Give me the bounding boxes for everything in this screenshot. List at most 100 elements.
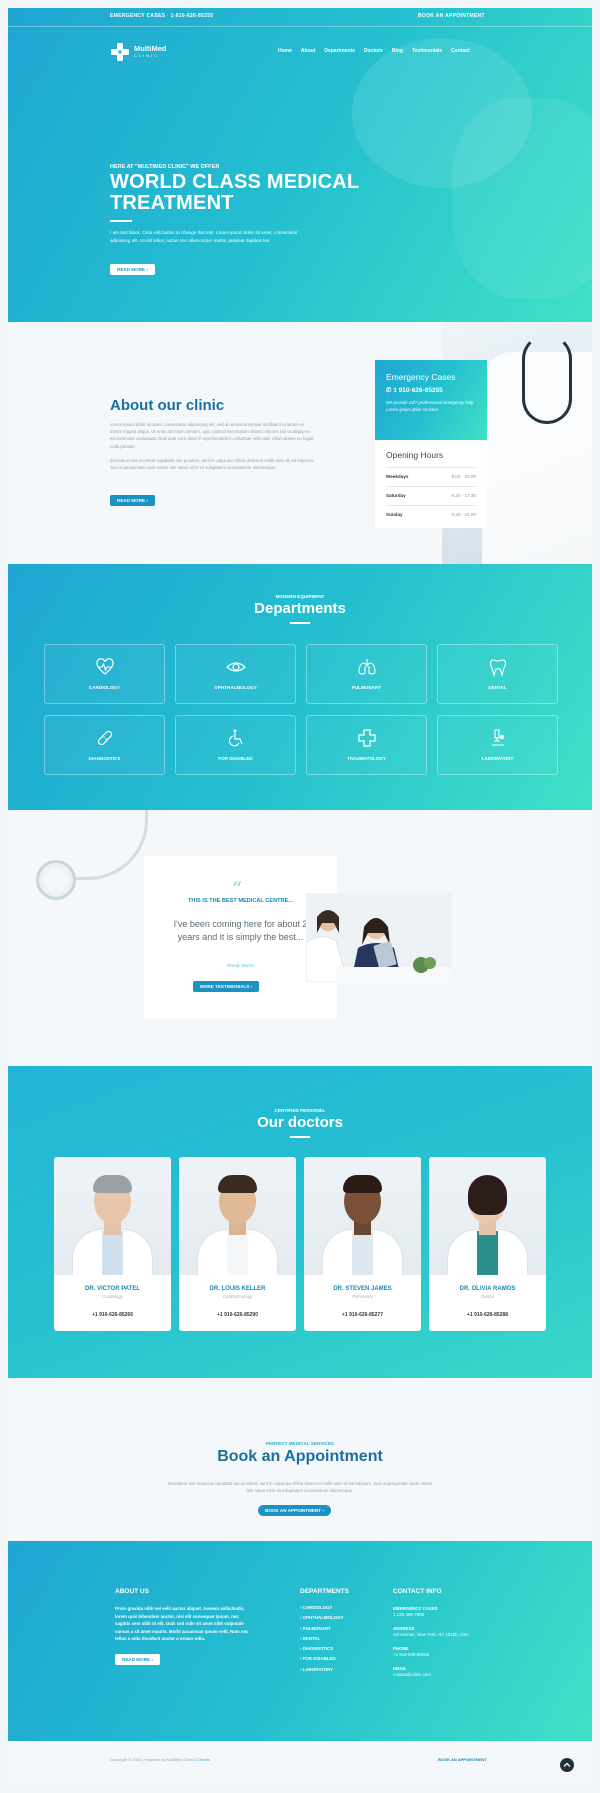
about-read-more-button[interactable]: READ MORE › [110, 495, 155, 506]
contact-value: +1 910-626-85266 [393, 1652, 430, 1657]
footer-dept-link[interactable]: › DIAGNOSTICS [300, 1646, 343, 1656]
doctors-kicker: CERTIFIED PERSONEL [274, 1108, 326, 1113]
hours-time: 9.30 - 15.00 [451, 512, 476, 517]
nav-doctors[interactable]: Doctors [364, 48, 383, 54]
chevron-up-icon [563, 1762, 571, 1767]
doctor-photo [179, 1157, 296, 1275]
dept-card-ophthalmology[interactable]: OPHTHALMOLOGY [175, 644, 296, 704]
more-testimonials-button[interactable]: MORE TESTIMONIALS › [193, 981, 260, 992]
credits-link[interactable]: Credits [197, 1757, 210, 1762]
doctors-divider [290, 1136, 310, 1138]
footer-dept-link[interactable]: › DENTAL [300, 1636, 343, 1646]
doctor-specialty: Dental [481, 1294, 494, 1299]
nav-home[interactable]: Home [278, 48, 292, 54]
dept-card-traumatology[interactable]: TRAUMATOLOGY [306, 715, 427, 775]
hero-title: WORLD CLASS MEDICAL TREATMENT [110, 171, 359, 214]
nav-contact[interactable]: Contact [451, 48, 470, 54]
about-paragraph-2: Excepteur sint occaecat cupidatat non pr… [110, 458, 315, 471]
logo[interactable]: MultiMed CLINIC [110, 42, 167, 62]
dept-card-laboratory[interactable]: LABORATORY [437, 715, 558, 775]
contact-phone: PHONE +1 910-626-85266 [393, 1645, 429, 1658]
footer-contact-title: CONTACT INFO [393, 1588, 442, 1595]
footer-dept-link[interactable]: › FOR DISABLED [300, 1656, 343, 1666]
page: EMERGENCY CASES · 1-910-626-85255 BOOK A… [8, 8, 592, 1785]
top-bar: EMERGENCY CASES · 1-910-626-85255 BOOK A… [8, 8, 592, 27]
contact-label: EMAIL [393, 1666, 407, 1671]
lungs-icon [358, 659, 376, 675]
dept-card-pulmonary[interactable]: PULMONARY [306, 644, 427, 704]
doctor-phone: +1 910-626-85290 [216, 1312, 258, 1318]
book-kicker: PERFECT MEDICAL SERVICES [266, 1441, 334, 1446]
book-title: Book an Appointment [217, 1448, 383, 1465]
doctor-name: DR. OLIVIA RAMOS [459, 1286, 516, 1292]
hours-row: Sunday 9.30 - 15.00 [386, 505, 476, 522]
contact-emergency: EMERGENCY CASES 1 123-456-7890 [393, 1605, 438, 1618]
contact-label: PHONE [393, 1646, 409, 1651]
doctor-name: DR. LOUIS KELLER [209, 1286, 266, 1292]
back-to-top-button[interactable] [560, 1758, 574, 1772]
dept-card-for-disabled[interactable]: FOR DISABLED [175, 715, 296, 775]
opening-hours-card: Opening Hours Weekdays 9.00 - 20.00 Satu… [375, 440, 487, 528]
doctor-phone: +1 910-626-85288 [466, 1312, 508, 1318]
footer-dept-link[interactable]: › OPHTHALMOLOGY [300, 1615, 343, 1625]
departments-section: MODERN EQUIPMENT Departments CARDIOLOGY … [8, 564, 592, 810]
logo-name: MultiMed [134, 44, 167, 53]
doctor-card[interactable]: DR. LOUIS KELLER Ophthalmology +1 910-62… [179, 1157, 296, 1331]
contact-label: ADDRESS [393, 1626, 415, 1631]
logo-sub: CLINIC [134, 53, 160, 58]
doctor-photo [304, 1157, 421, 1275]
emergency-contact: EMERGENCY CASES · 1-910-626-85255 [110, 13, 214, 19]
hero-kicker: HERE AT "MULTIMED CLINIC" WE OFFER [110, 164, 220, 170]
doctor-card[interactable]: DR. VICTOR PATEL Cardiology +1 910-626-8… [54, 1157, 171, 1331]
footer-dept-link[interactable]: › LABORATORY [300, 1667, 343, 1677]
contact-value: 1 123-456-7890 [393, 1612, 425, 1617]
hours-row: Weekdays 9.00 - 20.00 [386, 467, 476, 484]
about-title: About our clinic [110, 397, 225, 414]
top-book-appointment-link[interactable]: BOOK AN APPOINTMENT [418, 13, 485, 19]
footer-dept-link[interactable]: › CARDIOLOGY [300, 1605, 343, 1615]
dept-card-cardiology[interactable]: CARDIOLOGY [44, 644, 165, 704]
dept-label: CARDIOLOGY [88, 685, 121, 690]
doctor-phone: +1 910-626-85266 [91, 1312, 133, 1318]
contact-email: EMAIL contact@clinic.com [393, 1665, 431, 1678]
dept-card-diagnostics[interactable]: DIAGNOSTICS [44, 715, 165, 775]
footer-read-more-button[interactable]: READ MORE › [115, 1654, 160, 1665]
doctor-photo [54, 1157, 171, 1275]
nav-departments[interactable]: Departments [324, 48, 355, 54]
testimonial-quote: I've been coming here for about 2 years … [173, 919, 308, 942]
eye-icon [226, 662, 246, 672]
doctor-card[interactable]: DR. STEVEN JAMES Pulmonary +1 910-626-85… [304, 1157, 421, 1331]
dept-card-dental[interactable]: DENTAL [437, 644, 558, 704]
footer-dept-link[interactable]: › PULMONARY [300, 1626, 343, 1636]
bottom-book-appointment-link[interactable]: BOOK AN APPOINTMENT [438, 1757, 487, 1762]
nav-about[interactable]: About [301, 48, 315, 54]
hours-day: Weekdays [386, 474, 409, 479]
hero-section: EMERGENCY CASES · 1-910-626-85255 BOOK A… [8, 8, 592, 322]
hours-day: Saturday [386, 493, 406, 498]
main-nav: Home About Departments Doctors Blog Test… [278, 48, 470, 54]
dept-label: DENTAL [488, 685, 507, 690]
microscope-icon [492, 729, 505, 746]
doctor-specialty: Pulmonary [352, 1294, 373, 1299]
nav-testimonials[interactable]: Testimonials [412, 48, 442, 54]
hero-read-more-button[interactable]: READ MORE › [110, 264, 155, 275]
emergency-text: We provide 24/7 professional emergency h… [386, 400, 475, 412]
hours-day: Sunday [386, 512, 403, 517]
doctor-card[interactable]: DR. OLIVIA RAMOS Dental +1 910-626-85288 [429, 1157, 546, 1331]
stethoscope-icon [36, 860, 76, 900]
hero-text: I am text block. Click edit button to ch… [110, 230, 298, 243]
footer-departments-list: › CARDIOLOGY › OPHTHALMOLOGY › PULMONARY… [300, 1605, 343, 1677]
opening-hours-title: Opening Hours [386, 450, 444, 460]
tooth-icon [490, 659, 506, 677]
contact-email-link[interactable]: contact@clinic.com [393, 1672, 431, 1678]
departments-title: Departments [254, 600, 346, 617]
dept-label: TRAUMATOLOGY [347, 756, 386, 761]
doctors-title: Our doctors [257, 1114, 343, 1131]
dept-label: LABORATORY [481, 756, 514, 761]
copyright-text: Copyright © 2016 | Powered by MultiMed C… [110, 1757, 196, 1762]
doctor-specialty: Cardiology [102, 1294, 123, 1299]
nav-blog[interactable]: Blog [392, 48, 403, 54]
book-appointment-button[interactable]: BOOK AN APPOINTMENT › [258, 1505, 331, 1516]
bandage-icon [97, 730, 113, 746]
dept-label: FOR DISABLED [218, 756, 253, 761]
